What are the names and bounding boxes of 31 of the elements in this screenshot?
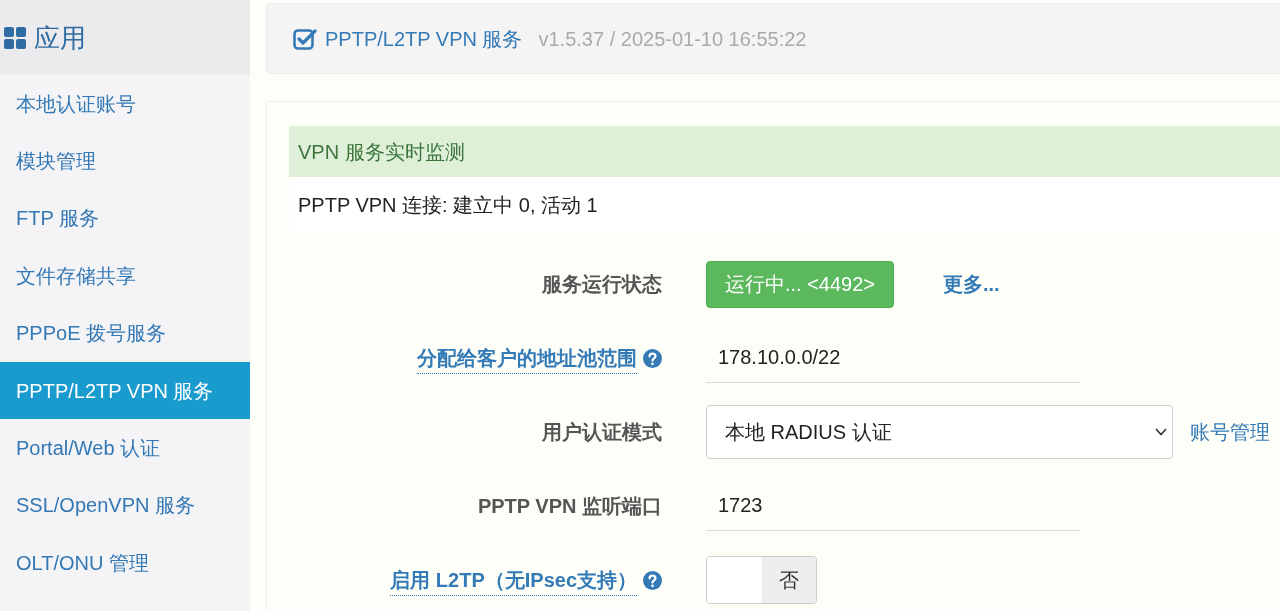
field-label: 服务运行状态 <box>542 272 662 297</box>
sidebar-title: 应用 <box>34 24 86 51</box>
field-label: 用户认证模式 <box>542 420 662 445</box>
field-label: PPTP VPN 监听端口 <box>477 494 662 519</box>
sidebar-item[interactable]: PPTP/L2TP VPN 服务 <box>0 361 250 420</box>
sidebar-item[interactable]: FTP 服务 <box>0 189 250 248</box>
help-icon[interactable] <box>643 570 662 590</box>
toggle-switch[interactable]: 否 <box>706 556 817 604</box>
text-field[interactable]: 1723 <box>706 481 1080 531</box>
field-label: 分配给客户的地址池范围 <box>417 342 637 374</box>
sidebar-item[interactable]: 模块管理 <box>0 132 250 190</box>
chevron-down-icon <box>1155 428 1167 436</box>
sidebar-item[interactable]: SSL/OpenVPN 服务 <box>0 476 250 535</box>
account-link[interactable]: 账号管理 <box>1190 417 1270 447</box>
monitor-heading: VPN 服务实时监测 <box>289 126 1280 177</box>
version-text: v1.5.37 / 2025-01-10 16:55:22 <box>538 26 807 52</box>
sidebar-item[interactable]: OLT/ONU 管理 <box>0 534 250 592</box>
auth-mode-select[interactable]: 本地 RADIUS 认证 <box>706 405 1173 459</box>
more-link[interactable]: 更多... <box>943 269 1000 299</box>
sidebar-item[interactable]: 本地认证账号 <box>0 75 250 133</box>
connection-status-text: PPTP VPN 连接: 建立中 0, 活动 1 <box>297 192 599 218</box>
checked-box-icon <box>293 27 317 50</box>
service-status-button[interactable]: 运行中... <4492> <box>706 260 894 308</box>
field-label: 启用 L2TP（无IPsec支持） <box>390 564 637 596</box>
help-icon[interactable] <box>643 348 662 368</box>
text-field[interactable]: 178.10.0.0/22 <box>706 333 1080 383</box>
sidebar-item[interactable]: PPPoE 拨号服务 <box>0 304 250 362</box>
sidebar-item[interactable]: 文件存储共享 <box>0 247 250 305</box>
page-title: PPTP/L2TP VPN 服务 <box>325 26 523 52</box>
grid-icon <box>4 26 26 49</box>
sidebar-item[interactable]: Portal/Web 认证 <box>0 419 250 477</box>
